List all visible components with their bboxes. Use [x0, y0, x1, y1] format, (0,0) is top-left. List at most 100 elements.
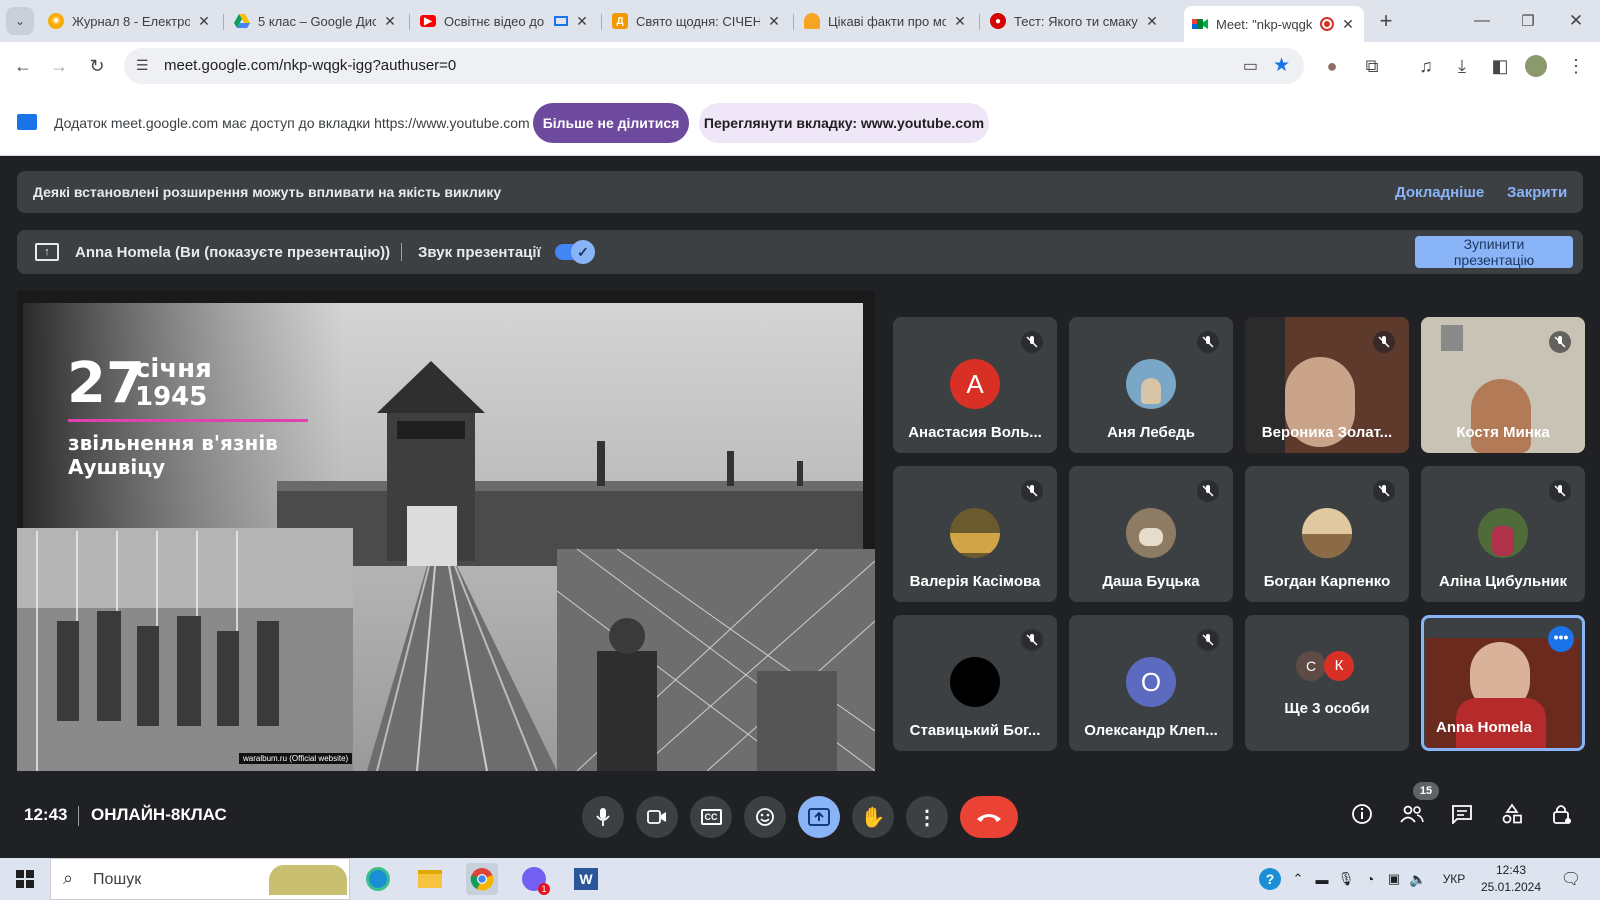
participant-tile[interactable]: Ставицький Бог... — [893, 615, 1057, 751]
people-button[interactable] — [1394, 796, 1430, 832]
screen-share-icon — [17, 114, 37, 130]
participant-tile[interactable]: О Олександр Клеп... — [1069, 615, 1233, 751]
forward-icon[interactable]: → — [45, 52, 73, 80]
taskbar-clock[interactable]: 12:43 25.01.2024 — [1474, 862, 1548, 896]
tab-sharing-infobar: Додаток meet.google.com має доступ до вк… — [0, 90, 1600, 156]
microphone-button[interactable] — [582, 796, 624, 838]
site-info-icon[interactable]: ☰ — [136, 57, 149, 74]
learn-more-link[interactable]: Докладніше — [1395, 184, 1484, 201]
close-icon[interactable]: ✕ — [382, 13, 398, 30]
camera-button[interactable] — [636, 796, 678, 838]
tab-journal[interactable]: ☀ Журнал 8 - Електро ✕ — [40, 6, 220, 36]
tab-meet[interactable]: Meet: "nkp-wqgk ✕ — [1184, 6, 1364, 42]
site-icon — [804, 13, 820, 29]
side-panel-icon[interactable]: ◧ — [1486, 52, 1514, 80]
captions-icon: CC — [700, 809, 722, 825]
camera-icon — [647, 810, 666, 824]
participant-name: Анастасия Воль... — [908, 424, 1042, 441]
menu-kebab-icon[interactable]: ⋮ — [1562, 52, 1590, 80]
leave-call-button[interactable] — [960, 796, 1018, 838]
slide-credit: waralbum.ru (Official website) — [239, 753, 353, 764]
restore-icon[interactable]: ❐ — [1514, 7, 1542, 35]
close-icon[interactable]: ✕ — [952, 13, 968, 30]
view-tab-button[interactable]: Переглянути вкладку: www.youtube.com — [699, 103, 989, 143]
word-icon[interactable]: W — [570, 863, 602, 895]
presenting-bar: ↑ Anna Homela (Ви (показуєте презентацію… — [17, 230, 1583, 274]
extension-warning-text: Деякі встановлені розширення можуть впли… — [33, 184, 502, 200]
sun-icon: ☀ — [48, 13, 64, 29]
participant-name: Anna Homela — [1436, 719, 1532, 736]
close-icon[interactable]: ✕ — [1144, 13, 1160, 30]
volume-icon[interactable]: 🔈 — [1402, 863, 1434, 895]
stop-sharing-button[interactable]: Більше не ділитися — [533, 103, 689, 143]
hand-icon: ✋ — [860, 806, 886, 829]
tab-quiz[interactable]: ● Тест: Якого ти смаку ✕ — [982, 6, 1168, 36]
presentation-audio-toggle[interactable]: ✓ — [555, 240, 595, 264]
close-icon[interactable]: ✕ — [574, 13, 590, 30]
captions-button[interactable]: CC — [690, 796, 732, 838]
edge-icon[interactable] — [362, 863, 394, 895]
participant-tile[interactable]: Вероника Золат... — [1245, 317, 1409, 453]
new-tab-icon[interactable]: + — [1372, 7, 1400, 35]
participant-tile[interactable]: Валерія Касімова — [893, 466, 1057, 602]
camera-in-use-icon[interactable]: ▭ — [1243, 56, 1258, 76]
stop-presenting-button[interactable]: Зупинити презентацію — [1415, 236, 1573, 268]
chrome-icon[interactable] — [466, 863, 498, 895]
reactions-button[interactable] — [744, 796, 786, 838]
tab-holiday[interactable]: Д Свято щодня: СІЧЕН ✕ — [604, 6, 790, 36]
google-meet-icon — [1192, 16, 1208, 32]
people-icon — [1400, 805, 1424, 823]
present-button[interactable] — [798, 796, 840, 838]
participant-name: Вероника Золат... — [1261, 424, 1393, 441]
mic-off-icon — [1021, 480, 1043, 502]
close-icon[interactable]: ✕ — [1340, 16, 1356, 33]
self-tile[interactable]: ••• Anna Homela — [1421, 615, 1585, 751]
file-explorer-icon[interactable] — [414, 863, 446, 895]
participant-tile[interactable]: Аня Лебедь — [1069, 317, 1233, 453]
more-options-button[interactable]: ⋮ — [906, 796, 948, 838]
extension-owl-icon[interactable]: ● — [1318, 52, 1346, 80]
download-icon[interactable]: ⤓ — [1448, 52, 1476, 80]
media-control-icon[interactable]: ♫ — [1412, 52, 1440, 80]
windows-start-icon[interactable] — [9, 863, 41, 895]
tab-search-icon[interactable]: ⌄ — [6, 7, 34, 35]
profile-avatar[interactable] — [1522, 52, 1550, 80]
tab-youtube[interactable]: ▶ Освітнє відео до ✕ — [412, 6, 598, 36]
avatar: О — [1126, 657, 1176, 707]
minimize-icon[interactable]: — — [1468, 7, 1496, 35]
back-icon[interactable]: ← — [9, 52, 37, 80]
url-text[interactable]: meet.google.com/nkp-wqgk-igg?authuser=0 — [164, 57, 456, 74]
close-warning-link[interactable]: Закрити — [1507, 184, 1567, 201]
more-options-icon[interactable]: ••• — [1548, 626, 1574, 652]
present-icon: ↑ — [35, 243, 59, 261]
clock-time: 12:43 — [1495, 863, 1527, 877]
participant-tile[interactable]: Богдан Карпенко — [1245, 466, 1409, 602]
activities-button[interactable] — [1494, 796, 1530, 832]
extensions-puzzle-icon[interactable]: ⧉ — [1358, 52, 1386, 80]
info-icon — [1352, 804, 1372, 824]
language-indicator[interactable]: УКР — [1436, 863, 1472, 895]
tab-title: Журнал 8 - Електро — [72, 13, 190, 29]
participant-tile[interactable]: Костя Минка — [1421, 317, 1585, 453]
infobar-text: Додаток meet.google.com має доступ до вк… — [54, 115, 530, 131]
close-icon[interactable]: ✕ — [766, 13, 782, 30]
reload-icon[interactable]: ↻ — [83, 52, 111, 80]
tab-google-drive[interactable]: 5 клас – Google Дис ✕ — [226, 6, 406, 36]
bookmark-star-icon[interactable]: ★ — [1273, 54, 1290, 77]
taskbar-search[interactable]: ⌕ Пошук — [50, 858, 350, 900]
more-participants-tile[interactable]: С К Ще 3 особи — [1245, 615, 1409, 751]
participant-tile[interactable]: А Анастасия Воль... — [893, 317, 1057, 453]
notifications-icon[interactable]: 🗨 — [1555, 863, 1587, 895]
tab-facts[interactable]: Цікаві факти про мо ✕ — [796, 6, 976, 36]
viber-icon[interactable]: 1 — [518, 863, 550, 895]
host-controls-button[interactable] — [1544, 796, 1580, 832]
chat-button[interactable] — [1444, 796, 1480, 832]
browser-tab-strip: ⌄ ☀ Журнал 8 - Електро ✕ 5 клас – Google… — [0, 0, 1600, 42]
close-window-icon[interactable]: ✕ — [1562, 7, 1590, 35]
meeting-info-button[interactable] — [1344, 796, 1380, 832]
address-bar[interactable]: ☰ meet.google.com/nkp-wqgk-igg?authuser=… — [124, 48, 1304, 84]
participant-tile[interactable]: Аліна Цибульник — [1421, 466, 1585, 602]
close-icon[interactable]: ✕ — [196, 13, 212, 30]
participant-tile[interactable]: Даша Буцька — [1069, 466, 1233, 602]
raise-hand-button[interactable]: ✋ — [852, 796, 894, 838]
